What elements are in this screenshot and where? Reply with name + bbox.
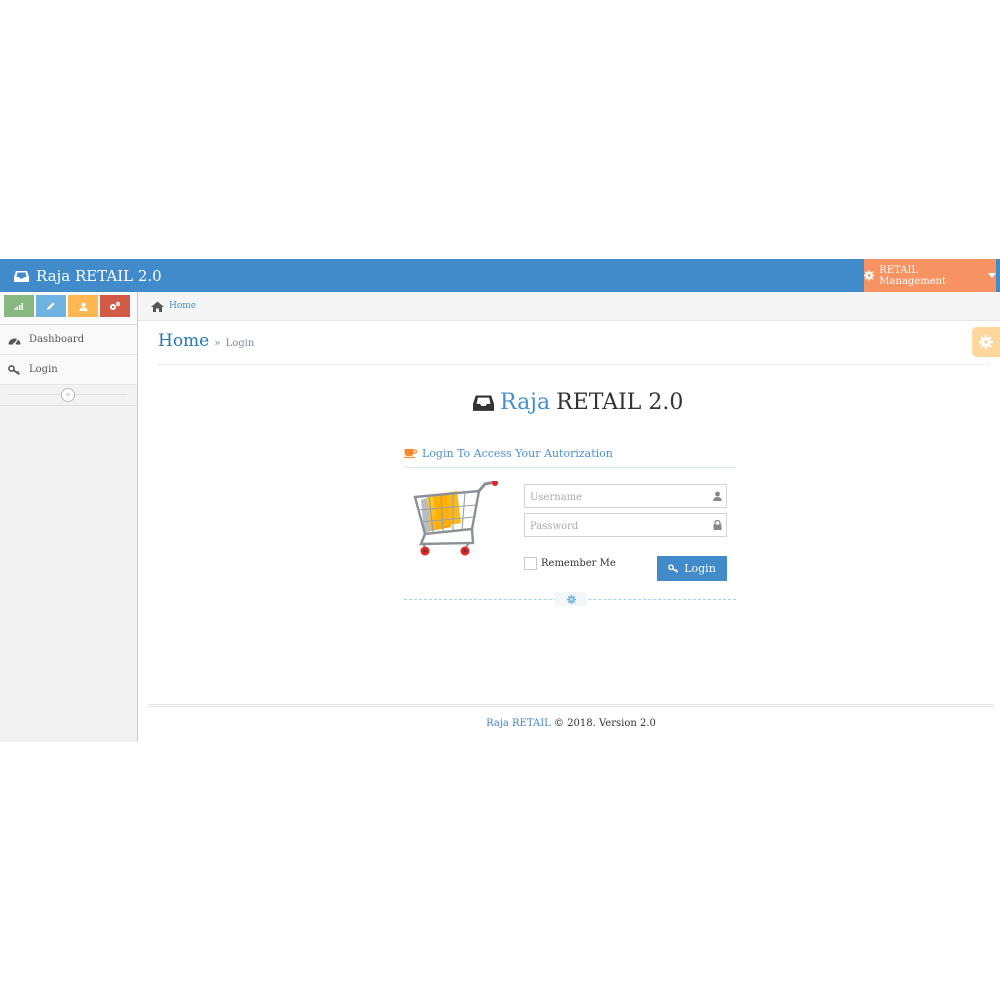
inbox-icon — [14, 270, 29, 282]
key-icon — [668, 564, 679, 573]
key-icon — [8, 364, 20, 375]
remember-me-checkbox[interactable] — [524, 557, 537, 570]
pencil-icon — [47, 302, 55, 310]
sidebar-item-label: Dashboard — [29, 334, 85, 345]
footer-text: © 2018. Version 2.0 — [554, 718, 656, 729]
shortcut-cogs-button[interactable] — [100, 295, 130, 317]
coffee-icon — [404, 449, 417, 458]
shortcut-signal-button[interactable] — [4, 295, 34, 317]
gear-icon — [979, 335, 993, 349]
login-box-header: Login To Access Your Autorization — [404, 447, 736, 468]
management-label: RETAIL Management — [879, 264, 947, 287]
sidebar-collapse-button[interactable]: « — [61, 388, 75, 402]
home-icon — [151, 301, 164, 312]
gear-icon — [864, 270, 875, 281]
login-app-title: Raja RETAIL 2.0 — [473, 390, 683, 415]
password-field[interactable] — [524, 513, 727, 538]
sidebar: Dashboard Login « — [0, 292, 138, 742]
inbox-icon — [473, 395, 494, 411]
user-icon — [79, 302, 87, 311]
signal-icon — [14, 303, 23, 310]
retail-management-dropdown[interactable]: RETAIL Management — [864, 259, 996, 292]
page-header-separator: » — [214, 338, 221, 349]
app-root: Raja RETAIL 2.0 RETAIL Management Dashbo… — [0, 259, 1000, 742]
login-box-header-text: Login To Access Your Autorization — [422, 447, 613, 460]
navbar-brand[interactable]: Raja RETAIL 2.0 — [14, 259, 162, 292]
sidebar-item-login[interactable]: Login — [0, 355, 137, 385]
username-input[interactable] — [525, 486, 710, 509]
username-field[interactable] — [524, 484, 727, 509]
sidebar-item-label: Login — [29, 364, 58, 375]
cogs-icon — [110, 301, 121, 310]
separator-gear — [555, 592, 587, 606]
page-header: Home » Login — [158, 331, 990, 365]
password-input[interactable] — [525, 515, 710, 538]
user-icon — [713, 491, 722, 501]
sidebar-collapse: « — [0, 385, 137, 406]
sidebar-shortcuts — [0, 292, 137, 325]
ace-settings-button[interactable] — [972, 327, 1000, 357]
login-button-label: Login — [684, 562, 716, 575]
lock-icon — [713, 520, 722, 530]
page-title: Home — [158, 331, 210, 351]
sidebar-item-dashboard[interactable]: Dashboard — [0, 325, 137, 355]
breadcrumb: Home — [138, 292, 1000, 321]
breadcrumb-home-link[interactable]: Home — [169, 301, 196, 311]
brand-text: Raja RETAIL 2.0 — [36, 266, 162, 285]
footer: Raja RETAIL © 2018. Version 2.0 — [148, 718, 994, 729]
shortcut-user-button[interactable] — [68, 295, 98, 317]
gear-icon — [566, 594, 576, 604]
shopping-cart-icon — [411, 480, 499, 565]
remember-me[interactable]: Remember Me — [524, 557, 616, 570]
title-highlight: Raja — [500, 390, 551, 415]
dashboard-icon — [8, 338, 21, 345]
footer-divider — [148, 704, 994, 707]
title-rest: RETAIL 2.0 — [556, 390, 684, 415]
page-subtitle: Login — [225, 338, 255, 349]
caret-down-icon — [988, 273, 996, 278]
remember-me-label: Remember Me — [541, 558, 616, 569]
login-button[interactable]: Login — [657, 556, 727, 581]
footer-brand: Raja RETAIL — [486, 718, 551, 729]
navbar: Raja RETAIL 2.0 RETAIL Management — [0, 259, 1000, 292]
shortcut-pencil-button[interactable] — [36, 295, 66, 317]
